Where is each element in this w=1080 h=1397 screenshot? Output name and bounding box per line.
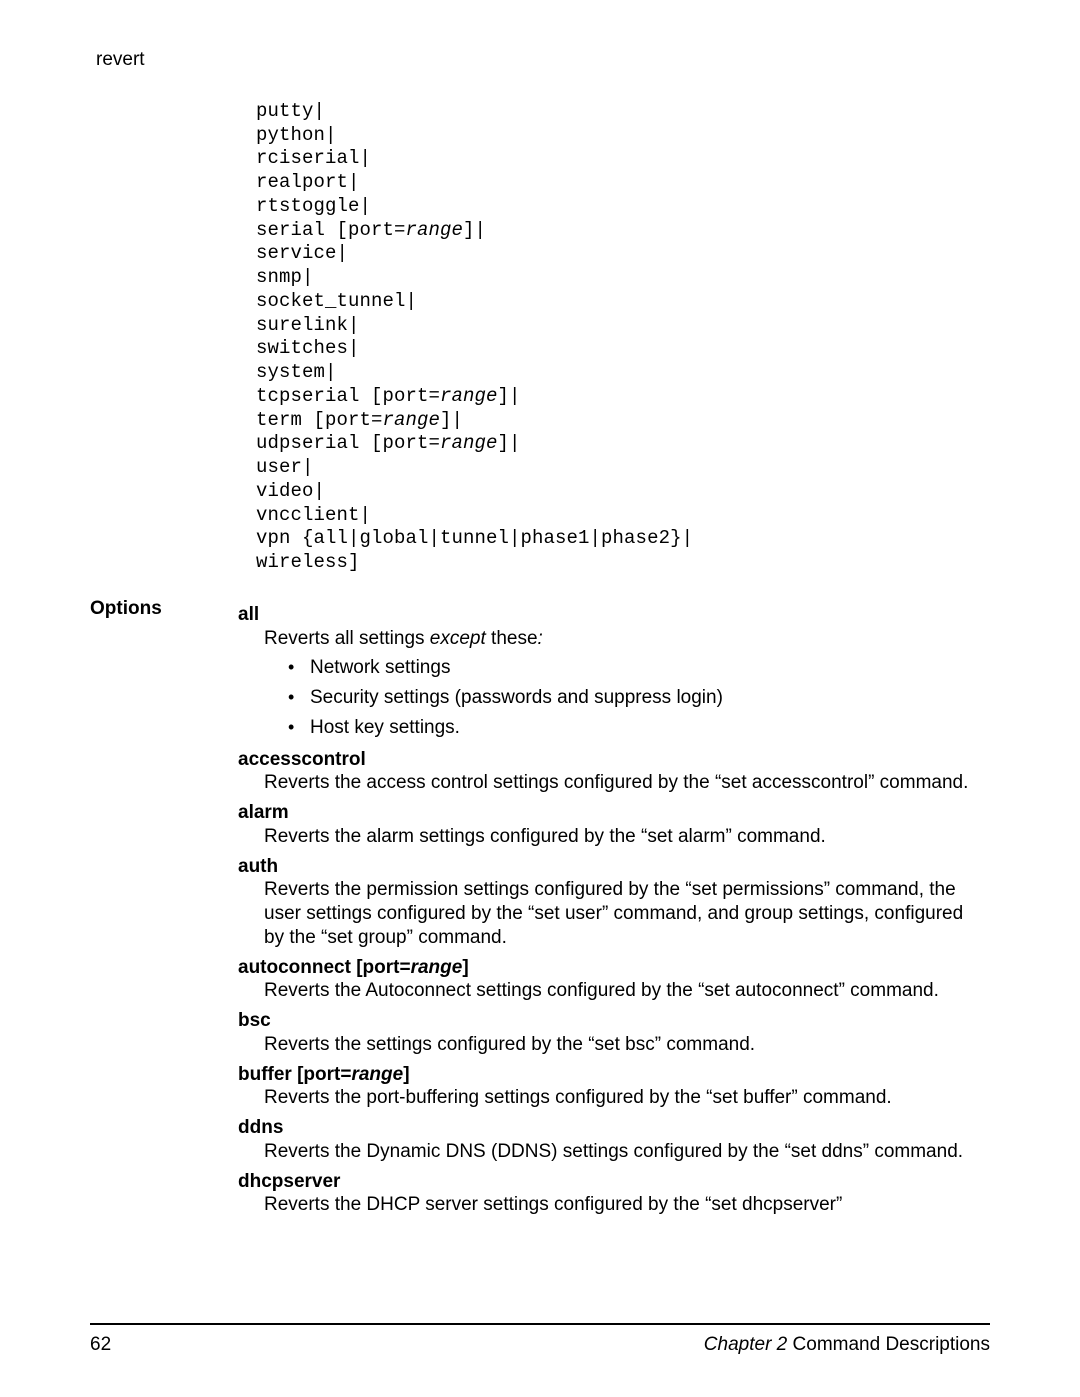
syntax-code-block: putty| python| rciserial| realport| rtst… [256,100,986,575]
option-all-intro-italic: except [430,628,486,649]
option-all-bullet: Security settings (passwords and suppres… [282,686,986,710]
option-all-heading: all [238,603,986,627]
option-dhcpserver-heading: dhcpserver [238,1170,986,1194]
page-footer: 62 Chapter 2 Command Descriptions [90,1313,990,1357]
option-buffer-heading: buffer [port=range] [238,1063,986,1087]
running-header: revert [96,48,990,72]
footer-rule [90,1323,990,1325]
option-all-bullet: Network settings [282,656,986,680]
option-buffer-head-italic: range [351,1064,403,1085]
option-all-intro-pre: Reverts all settings [264,628,430,649]
page-number: 62 [90,1333,111,1357]
option-alarm-body: Reverts the alarm settings configured by… [264,825,986,849]
option-all-bullet: Host key settings. [282,716,986,740]
option-autoconnect-heading: autoconnect [port=range] [238,956,986,980]
option-buffer-head-pre: buffer [port= [238,1064,351,1085]
option-autoconnect-head-post: ] [462,957,468,978]
option-ddns-body: Reverts the Dynamic DNS (DDNS) settings … [264,1140,986,1164]
option-bsc-heading: bsc [238,1009,986,1033]
option-dhcpserver-body: Reverts the DHCP server settings configu… [264,1193,986,1217]
option-auth-heading: auth [238,855,986,879]
option-all-body: Reverts all settings except these: Netwo… [264,627,986,740]
footer-chapter-rest: Command Descriptions [787,1334,990,1355]
option-autoconnect-body: Reverts the Autoconnect settings configu… [264,979,986,1003]
option-buffer-body: Reverts the port-buffering settings conf… [264,1086,986,1110]
option-bsc-body: Reverts the settings configured by the “… [264,1033,986,1057]
footer-chapter-italic: Chapter 2 [704,1334,787,1355]
option-all-intro-colon: : [538,628,543,649]
option-autoconnect-head-italic: range [411,957,463,978]
option-all-intro-post: these [486,628,538,649]
option-accesscontrol-heading: accesscontrol [238,748,986,772]
option-buffer-head-post: ] [403,1064,409,1085]
option-ddns-heading: ddns [238,1116,986,1140]
option-alarm-heading: alarm [238,801,986,825]
option-accesscontrol-body: Reverts the access control settings conf… [264,771,986,795]
options-section-label: Options [90,597,238,621]
option-autoconnect-head-pre: autoconnect [port= [238,957,411,978]
option-auth-body: Reverts the permission settings configur… [264,878,986,949]
footer-chapter: Chapter 2 Command Descriptions [704,1333,990,1357]
